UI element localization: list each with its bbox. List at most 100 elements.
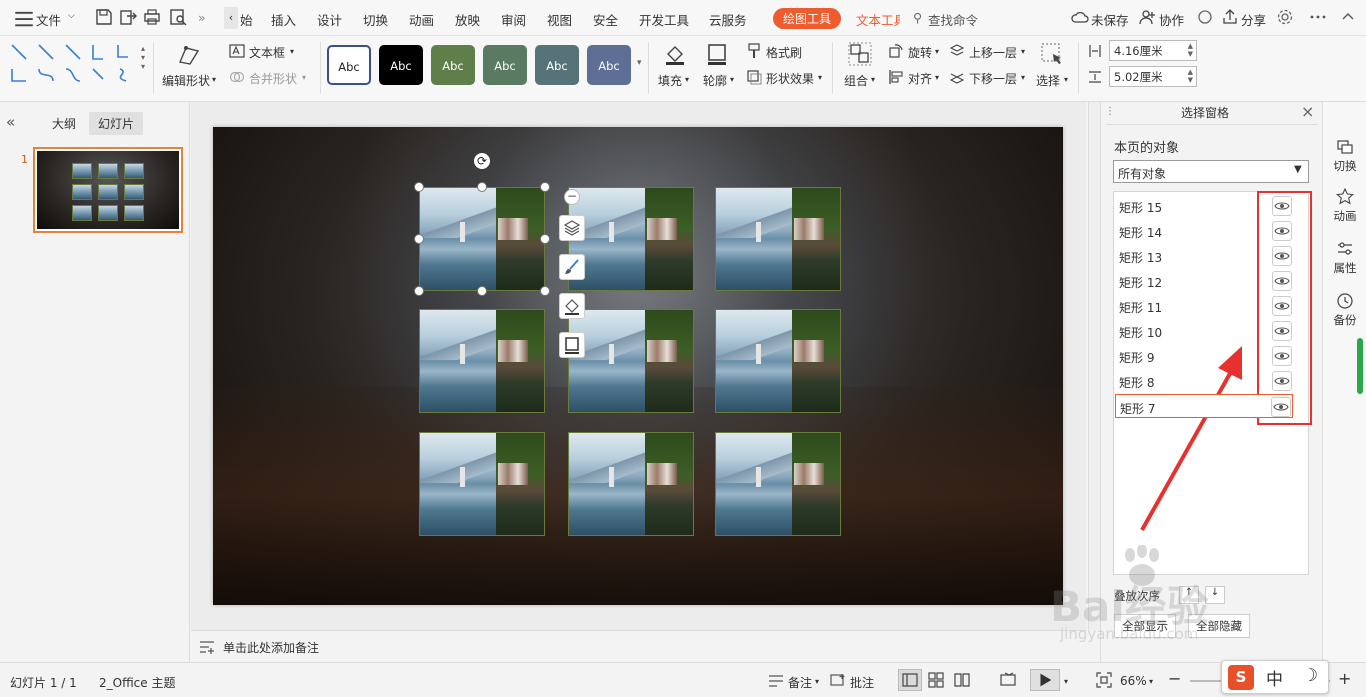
file-menu[interactable]: 文件 (36, 10, 61, 29)
slide-image[interactable] (715, 309, 841, 413)
tab-slides[interactable]: 幻灯片 (89, 112, 144, 135)
moon-icon[interactable]: ☽ (1302, 665, 1324, 689)
side-transition-button[interactable]: 切换 (1323, 138, 1366, 174)
style-preset[interactable]: Abc (535, 45, 579, 85)
chevron-down-icon[interactable]: ▾ (935, 47, 939, 56)
canvas-scrollbar[interactable] (1088, 102, 1100, 630)
slide-image[interactable] (715, 432, 841, 536)
comments-button[interactable]: 批注 (850, 674, 874, 691)
tab-scroll-left-icon[interactable]: ‹ (224, 7, 238, 29)
resize-handle[interactable] (477, 286, 487, 296)
more-icon[interactable]: » (198, 10, 206, 25)
close-icon[interactable]: × (1301, 102, 1314, 121)
object-row[interactable]: 矩形 11 (1115, 294, 1293, 318)
chevron-down-icon[interactable]: ▾ (935, 73, 939, 82)
resize-handle[interactable] (414, 234, 424, 244)
chevron-down-icon[interactable]: ▾ (871, 75, 875, 84)
chevron-down-icon[interactable]: ▾ (815, 677, 819, 686)
tab-slideshow[interactable]: 放映 (455, 10, 480, 29)
slide-image[interactable] (419, 309, 545, 413)
style-preset[interactable]: Abc (431, 45, 475, 85)
chevron-down-icon[interactable]: ▾ (685, 75, 689, 84)
settings-icon[interactable] (1275, 7, 1295, 27)
visibility-toggle[interactable] (1272, 296, 1292, 316)
zoom-out-icon[interactable]: − (1168, 669, 1181, 688)
chevron-down-icon[interactable]: ▾ (290, 47, 294, 56)
tab-outline[interactable]: 大纲 (52, 115, 76, 132)
notes-placeholder[interactable]: 单击此处添加备注 (223, 639, 319, 656)
edit-shape-icon[interactable] (176, 42, 202, 68)
merge-shape-button[interactable]: 合并形状 (249, 70, 297, 87)
chevron-down-icon[interactable]: ▾ (212, 75, 216, 84)
visibility-toggle[interactable] (1272, 321, 1292, 341)
spinner-icon[interactable]: ▲ ▼ (1188, 42, 1193, 58)
slide-image[interactable] (419, 187, 545, 291)
chevron-down-icon[interactable]: ▾ (1021, 47, 1025, 56)
object-filter-select[interactable]: 所有对象 ▼ (1113, 160, 1309, 183)
tab-security[interactable]: 安全 (593, 10, 618, 29)
slide-image[interactable] (568, 187, 694, 291)
chevron-down-icon[interactable]: ▾ (1021, 73, 1025, 82)
slide-image[interactable] (568, 432, 694, 536)
object-row[interactable]: 矩形 14 (1115, 219, 1293, 243)
slide-thumbnail[interactable] (33, 147, 183, 233)
collaborate-button[interactable]: 协作 (1159, 10, 1184, 29)
chevron-down-icon[interactable]: ⌵ (68, 11, 75, 21)
rotate-button[interactable]: 旋转 (908, 44, 932, 61)
chevron-down-icon[interactable]: ▾ (1064, 677, 1068, 686)
gallery-scroll-icon[interactable]: ▴ ▾ ▾ (141, 44, 145, 71)
comment-icon[interactable] (1195, 7, 1215, 27)
bring-forward-button[interactable]: 上移一层 (969, 44, 1017, 61)
resize-handle[interactable] (414, 286, 424, 296)
group-button[interactable]: 组合 (844, 72, 868, 89)
collapse-toolbar-icon[interactable]: − (564, 189, 580, 205)
shape-width-field[interactable]: 5.02厘米 ▲ ▼ (1109, 66, 1197, 87)
styles-expand-icon[interactable]: ▾ (637, 58, 642, 68)
fit-window-icon[interactable] (1096, 672, 1112, 688)
spinner-icon[interactable]: ▲ ▼ (1188, 68, 1193, 84)
search-icon[interactable]: ⚲ (913, 10, 922, 25)
slide-image[interactable] (568, 309, 694, 413)
ime-toolbar[interactable]: S 中 ☽ (1221, 660, 1329, 694)
style-preset[interactable]: Abc (327, 45, 371, 85)
tab-developer[interactable]: 开发工具 (639, 10, 689, 29)
style-preset[interactable]: Abc (483, 45, 527, 85)
sidebar-scroll-indicator[interactable] (1357, 338, 1363, 394)
visibility-toggle[interactable] (1272, 271, 1292, 291)
reading-view-icon[interactable] (954, 672, 970, 688)
resize-handle[interactable] (477, 182, 487, 192)
resize-handle[interactable] (540, 286, 550, 296)
resize-handle[interactable] (414, 182, 424, 192)
side-animation-button[interactable]: 动画 (1323, 188, 1366, 224)
sogou-logo-icon[interactable]: S (1228, 665, 1254, 690)
layers-button[interactable] (559, 215, 585, 241)
projector-icon[interactable] (1000, 672, 1018, 688)
visibility-toggle[interactable] (1272, 246, 1292, 266)
ime-language-toggle[interactable]: 中 (1266, 665, 1283, 690)
share-button[interactable]: 分享 (1241, 10, 1266, 29)
chevron-down-icon[interactable]: ▾ (1149, 677, 1153, 686)
print-preview-icon[interactable] (168, 7, 188, 27)
object-row[interactable]: 矩形 10 (1115, 319, 1293, 343)
format-brush-button[interactable]: 格式刷 (766, 44, 802, 61)
style-preset[interactable]: Abc (587, 45, 631, 85)
zoom-level[interactable]: 66% (1120, 674, 1147, 688)
visibility-toggle[interactable] (1271, 397, 1291, 417)
side-properties-button[interactable]: 属性 (1323, 240, 1366, 276)
select-button[interactable]: 选择 (1036, 72, 1060, 89)
hamburger-menu-icon[interactable] (14, 9, 33, 27)
tab-cloud[interactable]: 云服务 (709, 10, 747, 29)
visibility-toggle[interactable] (1272, 371, 1292, 391)
outline-button[interactable]: 轮廓 (703, 72, 727, 89)
theme-name[interactable]: 2_Office 主题 (99, 674, 175, 691)
more-menu-icon[interactable] (1308, 7, 1328, 27)
chevron-down-icon[interactable]: ▼ (1294, 164, 1302, 175)
fill-button[interactable]: 填充 (658, 72, 682, 89)
chevron-down-icon[interactable]: ▾ (730, 75, 734, 84)
visibility-toggle[interactable] (1272, 346, 1292, 366)
export-icon[interactable] (118, 7, 138, 27)
shape-height-field[interactable]: 4.16厘米 ▲ ▼ (1109, 40, 1197, 61)
object-row[interactable]: 矩形 9 (1115, 344, 1293, 368)
zoom-in-icon[interactable]: + (1338, 669, 1351, 688)
resize-handle[interactable] (540, 182, 550, 192)
